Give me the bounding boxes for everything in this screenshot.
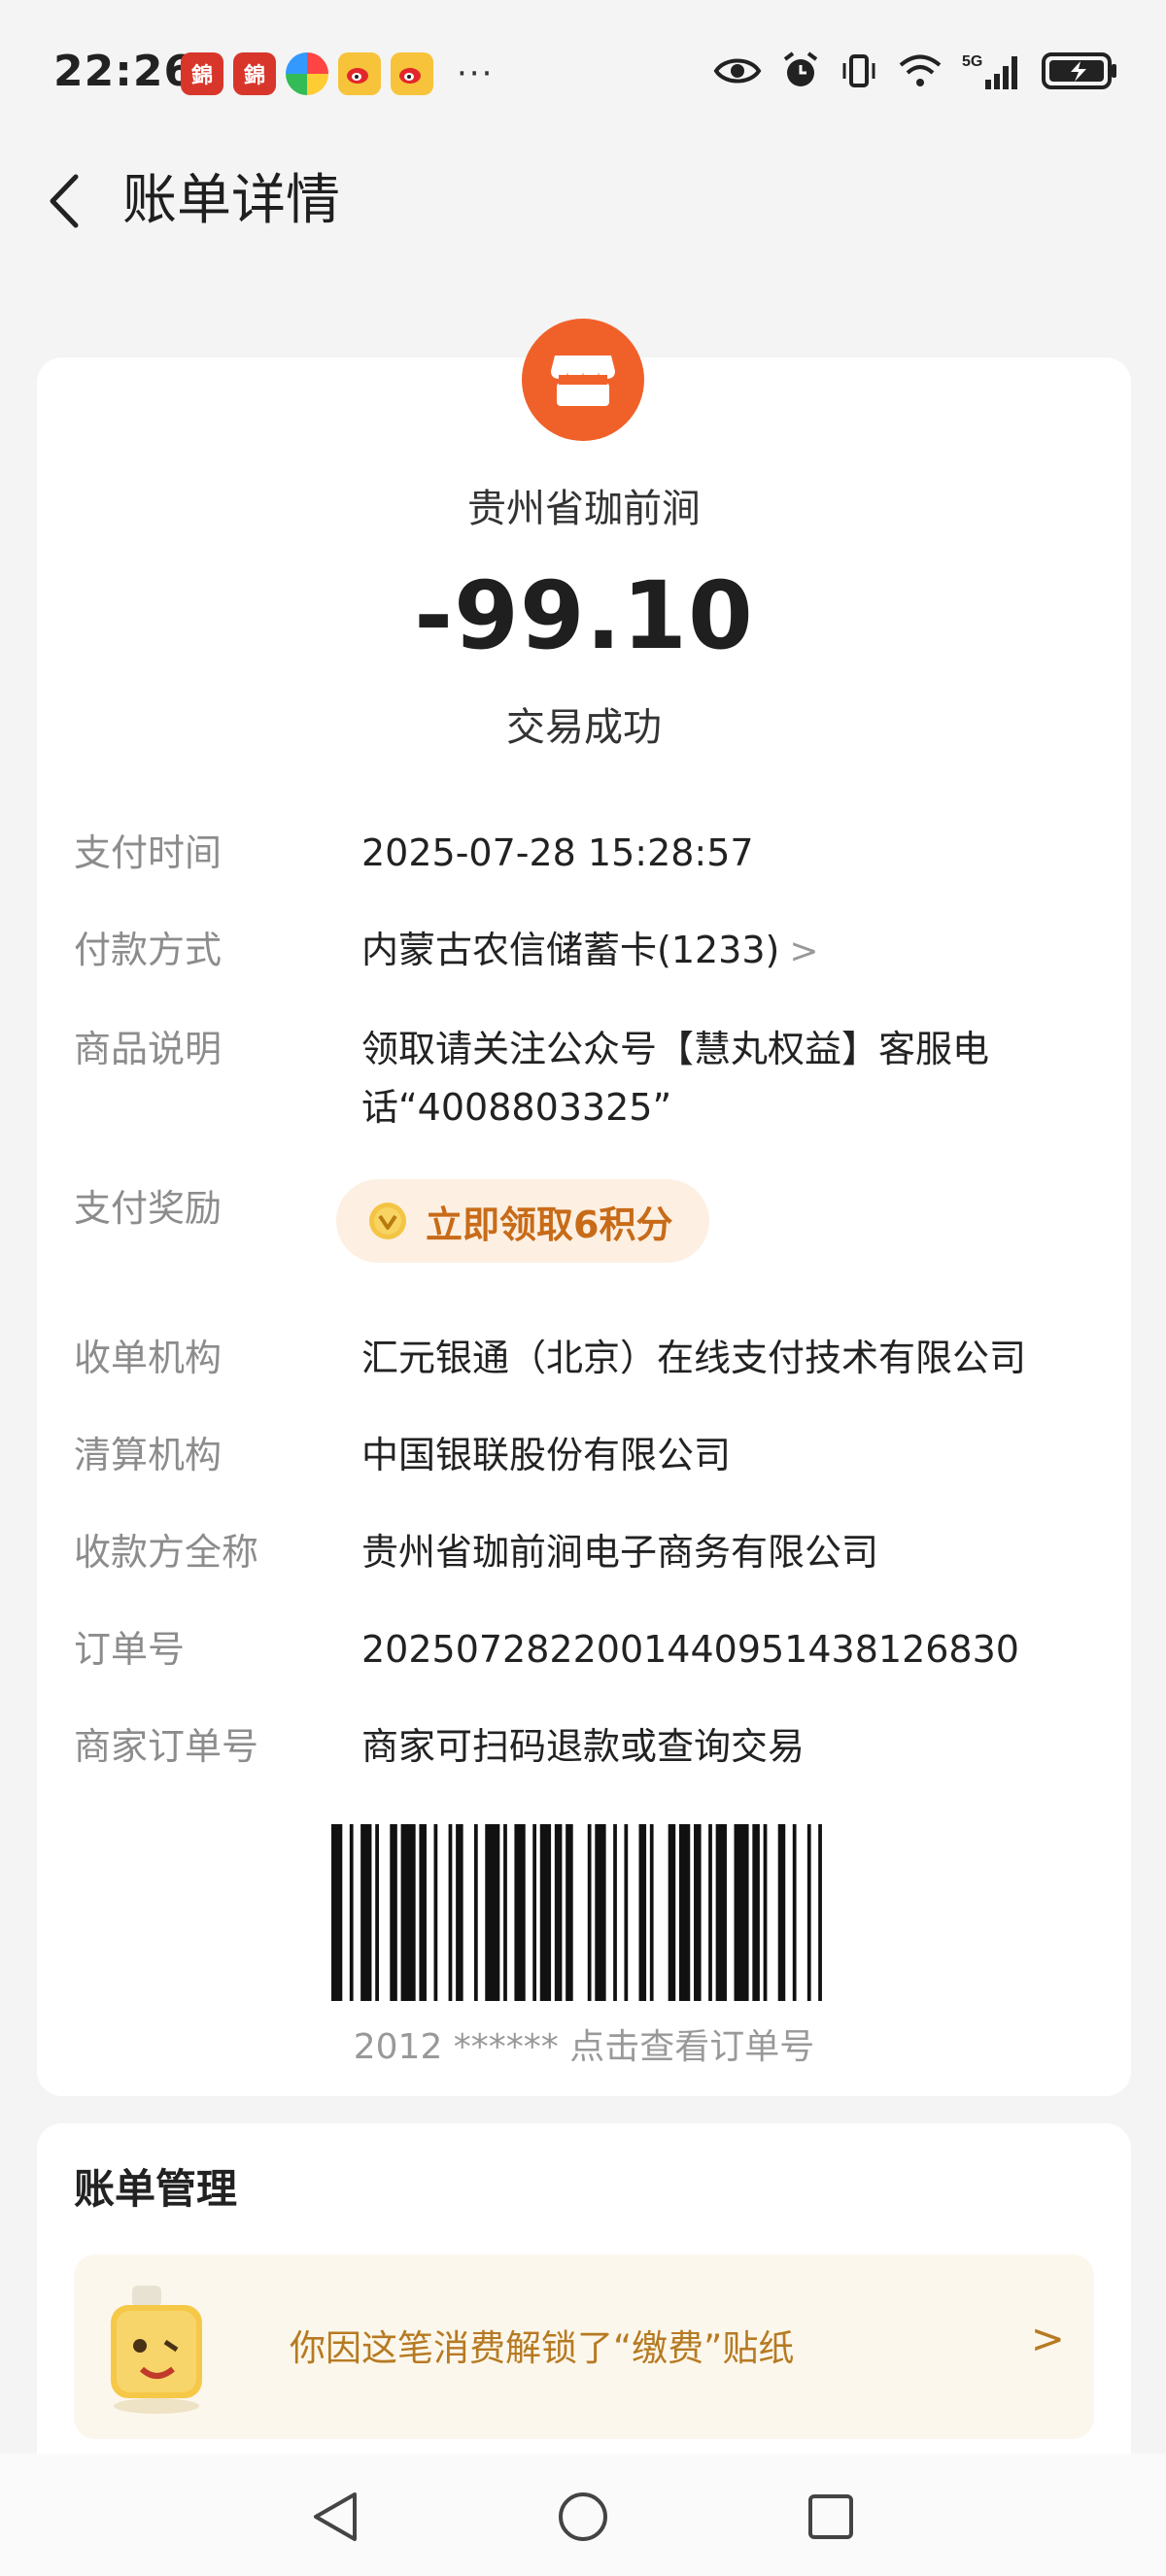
claim-points-button[interactable]: 立即领取6积分 bbox=[336, 1179, 709, 1263]
status-bar: 22:26 錦 錦 ··· 5G bbox=[0, 0, 1166, 146]
payment-method-value[interactable]: 内蒙古农信储蓄卡(1233) bbox=[361, 929, 779, 971]
detail-label: 商家订单号 bbox=[74, 1725, 259, 1768]
svg-text:5G: 5G bbox=[962, 53, 982, 70]
detail-value: 领取请关注公众号【慧丸权益】客服电话“4008803325” bbox=[361, 1028, 990, 1129]
vibrate-icon bbox=[840, 51, 878, 90]
wifi-icon bbox=[898, 52, 943, 89]
detail-value: 商家可扫码退款或查询交易 bbox=[361, 1725, 806, 1768]
back-button[interactable] bbox=[35, 167, 93, 235]
detail-value: 汇元银通（北京）在线支付技术有限公司 bbox=[361, 1337, 1027, 1379]
nav-back-button[interactable] bbox=[301, 2483, 369, 2551]
system-nav-bar bbox=[0, 2454, 1166, 2576]
points-coin-icon bbox=[369, 1203, 406, 1239]
bill-management-card: 账单管理 你因这笔消费解锁了“缴费”贴纸 > bbox=[37, 2123, 1131, 2454]
detail-label: 付款方式 bbox=[74, 929, 223, 971]
detail-label: 收单机构 bbox=[74, 1337, 223, 1379]
nav-home-button[interactable] bbox=[549, 2483, 617, 2551]
detail-value: 2025-07-28 15:28:57 bbox=[361, 831, 754, 874]
detail-label: 支付奖励 bbox=[74, 1187, 223, 1230]
detail-label: 清算机构 bbox=[74, 1434, 223, 1476]
page-header: 账单详情 bbox=[0, 146, 1166, 257]
pinwheel-app-icon bbox=[286, 52, 328, 95]
status-time: 22:26 bbox=[53, 47, 195, 96]
jinri-app-icon: 錦 bbox=[181, 52, 223, 95]
jinri-app-icon: 錦 bbox=[233, 52, 276, 95]
more-notifications-icon: ··· bbox=[457, 54, 495, 93]
triangle-back-icon bbox=[314, 2492, 357, 2541]
detail-label: 订单号 bbox=[74, 1628, 186, 1671]
claim-points-label: 立即领取6积分 bbox=[426, 1203, 673, 1246]
chevron-right-icon[interactable]: > bbox=[789, 932, 818, 971]
detail-value: 中国银联股份有限公司 bbox=[361, 1434, 732, 1476]
system-icons: 5G bbox=[713, 51, 1119, 91]
alarm-icon bbox=[781, 51, 820, 90]
sticker-mascot-icon bbox=[111, 2286, 202, 2414]
detail-label: 商品说明 bbox=[74, 1028, 223, 1070]
page-title: 账单详情 bbox=[122, 169, 340, 232]
transaction-amount: -99.10 bbox=[414, 561, 754, 670]
square-recents-icon bbox=[808, 2494, 853, 2539]
store-icon bbox=[522, 319, 644, 441]
detail-label: 支付时间 bbox=[74, 831, 223, 874]
chevron-left-icon bbox=[50, 174, 79, 228]
section-title: 账单管理 bbox=[74, 2165, 238, 2213]
bill-card: 贵州省珈前涧 -99.10 交易成功 支付时间 2025-07-28 15:28… bbox=[37, 319, 1131, 2096]
chevron-right-icon[interactable]: > bbox=[1031, 2315, 1065, 2362]
circle-home-icon bbox=[559, 2492, 607, 2541]
barcode-caption[interactable]: 2012 ****** 点击查看订单号 bbox=[37, 2018, 1131, 2069]
order-barcode[interactable] bbox=[331, 1824, 837, 2001]
battery-charging-icon bbox=[1042, 51, 1119, 90]
eye-icon bbox=[713, 54, 762, 87]
signal-5g-icon: 5G bbox=[962, 51, 1022, 91]
notification-icons: 錦 錦 ··· bbox=[181, 52, 494, 95]
weibo-app-icon bbox=[391, 52, 433, 95]
merchant-name: 贵州省珈前涧 bbox=[467, 487, 701, 531]
weibo-app-icon bbox=[338, 52, 381, 95]
detail-label: 收款方全称 bbox=[74, 1531, 259, 1574]
nav-recents-button[interactable] bbox=[797, 2483, 865, 2551]
sticker-unlock-banner[interactable]: 你因这笔消费解锁了“缴费”贴纸 > bbox=[74, 2254, 1094, 2439]
transaction-status: 交易成功 bbox=[506, 705, 662, 750]
detail-value: 2025072822001440951438126830 bbox=[361, 1628, 1019, 1671]
sticker-unlock-text: 你因这笔消费解锁了“缴费”贴纸 bbox=[290, 2327, 795, 2369]
detail-value: 贵州省珈前涧电子商务有限公司 bbox=[361, 1531, 879, 1574]
